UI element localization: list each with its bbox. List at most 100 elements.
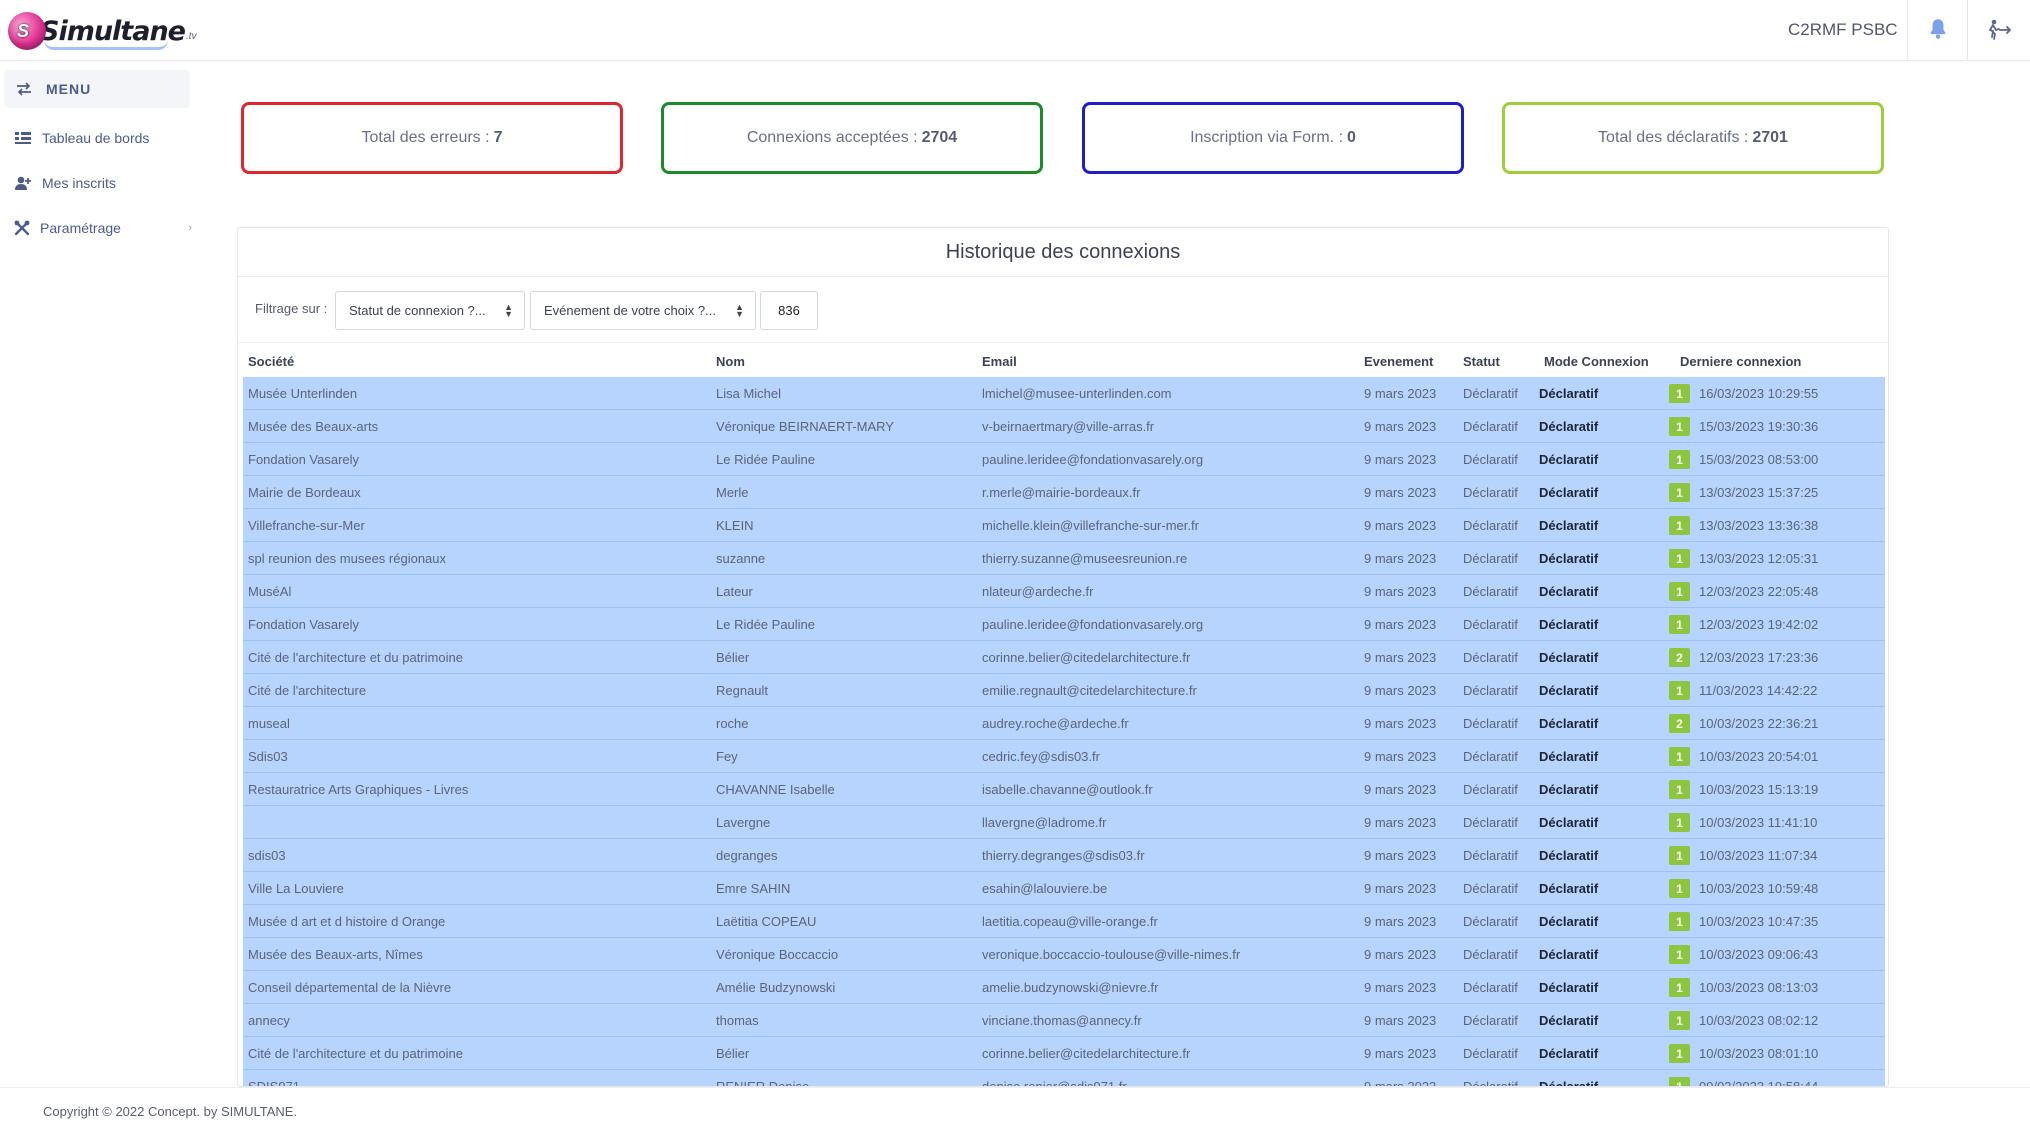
footer: Copyright © 2022 Concept. by SIMULTANE. (0, 1087, 2030, 1132)
cell-email: r.merle@mairie-bordeaux.fr (982, 485, 1141, 500)
panel-title: Historique des connexions (238, 228, 1888, 277)
stat-value: 0 (1347, 129, 1356, 146)
cell-societe: MuséAl (248, 584, 292, 599)
table-row[interactable]: annecy thomas vinciane.thomas@annecy.fr 9 m… (243, 1004, 1885, 1037)
cell-derniere-connexion: 16/03/2023 10:29:55 (1699, 386, 1819, 401)
cell-email: pauline.leridee@fondationvasarely.org (982, 617, 1204, 632)
table-row[interactable]: spl reunion des musees régionaux suzanne t… (243, 542, 1885, 575)
cell-mode: Déclaratif (1539, 452, 1599, 467)
cell-derniere-connexion: 11/03/2023 14:42:22 (1699, 683, 1818, 698)
cell-statut: Déclaratif (1463, 815, 1518, 830)
status-filter-select[interactable]: Statut de connexion ?... ▲ ▼ (335, 291, 525, 330)
column-header-societe[interactable]: Société (248, 354, 294, 369)
cell-mode: Déclaratif (1539, 749, 1599, 764)
cell-derniere-connexion: 12/03/2023 17:23:36 (1699, 650, 1819, 665)
table-row[interactable]: Cité de l'architecture Regnault emilie.reg… (243, 674, 1885, 707)
cell-evenement: 9 mars 2023 (1364, 485, 1437, 500)
cell-evenement: 9 mars 2023 (1364, 848, 1437, 863)
cell-mode: Déclaratif (1539, 1013, 1599, 1028)
table-row[interactable]: Villefranche-sur-Mer KLEIN michelle.klein@… (243, 509, 1885, 542)
table-row[interactable]: MuséAl Lateur nlateur@ardeche.fr 9 mars 202… (243, 575, 1885, 608)
table-row[interactable]: Musée Unterlinden Lisa Michel lmichel@muse… (243, 377, 1885, 410)
connection-count-badge: 1 (1669, 450, 1690, 469)
cell-mode: Déclaratif (1539, 881, 1599, 896)
cell-societe: Musée Unterlinden (248, 386, 358, 401)
cell-statut: Déclaratif (1463, 947, 1518, 962)
table-row[interactable]: Musée des Beaux-arts Véronique BEIRNAERT-… (243, 410, 1885, 443)
logo-ball-icon: S (8, 12, 46, 50)
cell-statut: Déclaratif (1463, 716, 1518, 731)
connection-count-badge: 1 (1669, 879, 1690, 898)
column-header-mode[interactable]: Mode Connexion (1544, 354, 1649, 369)
table-row[interactable]: Sdis03 Fey cedric.fey@sdis03.fr 9 mars 2023… (243, 740, 1885, 773)
cell-email: emilie.regnault@citedelarchitecture.fr (982, 683, 1197, 698)
cell-statut: Déclaratif (1463, 980, 1518, 995)
cell-nom: Véronique BEIRNAERT-MARY (716, 419, 894, 434)
cell-nom: CHAVANNE Isabelle (716, 782, 835, 797)
table-row[interactable]: Mairie de Bordeaux Merle r.merle@mairie-bo… (243, 476, 1885, 509)
column-header-evenement[interactable]: Evenement (1364, 354, 1433, 369)
table-row[interactable]: SDIS971 RENIER Denise denise.renier@sdis97… (243, 1070, 1885, 1086)
logout-icon[interactable] (1985, 17, 2013, 43)
cell-derniere-connexion: 10/03/2023 08:01:10 (1699, 1046, 1819, 1061)
sidebar-item-label: Paramétrage (40, 220, 121, 236)
stat-label: Connexions acceptées : (746, 129, 918, 146)
table-row[interactable]: Conseil départemental de la Nièvre Amélie… (243, 971, 1885, 1004)
table-row[interactable]: Ville La Louviere Emre SAHIN esahin@lalouv… (243, 872, 1885, 905)
cell-statut: Déclaratif (1463, 1046, 1518, 1061)
connection-count-badge: 1 (1669, 813, 1690, 832)
simultane-logo[interactable]: S Simultane .tv (8, 10, 197, 52)
menu-toggle[interactable]: MENU (4, 70, 190, 108)
cell-mode: Déclaratif (1539, 485, 1599, 500)
chevron-right-icon: › (188, 222, 192, 234)
sidebar-item-dashboard[interactable]: Tableau de bords (14, 123, 149, 153)
table-row[interactable]: Fondation Vasarely Le Ridée Pauline paulin… (243, 608, 1885, 641)
cell-nom: Lavergne (716, 815, 771, 830)
cell-nom: Bélier (716, 1046, 750, 1061)
table-row[interactable]: Cité de l'architecture et du patrimoine B… (243, 1037, 1885, 1070)
select-arrows-icon: ▲ ▼ (735, 302, 744, 319)
table-row[interactable]: Lavergne llavergne@ladrome.fr 9 mars 2023 D… (243, 806, 1885, 839)
bell-icon[interactable] (1925, 16, 1951, 42)
table-row[interactable]: Restauratrice Arts Graphiques - Livres CH… (243, 773, 1885, 806)
filter-label: Filtrage sur : (255, 301, 328, 316)
cell-statut: Déclaratif (1463, 914, 1518, 929)
table-row[interactable]: Cité de l'architecture et du patrimoine B… (243, 641, 1885, 674)
table-row[interactable]: Musée des Beaux-arts, Nîmes Véronique Boc… (243, 938, 1885, 971)
cell-societe: Cité de l'architecture et du patrimoine (248, 650, 463, 665)
column-header-derniere[interactable]: Derniere connexion (1680, 354, 1801, 369)
cell-derniere-connexion: 12/03/2023 19:42:02 (1699, 617, 1819, 632)
cell-derniere-connexion: 10/03/2023 09:06:43 (1699, 947, 1819, 962)
column-header-nom[interactable]: Nom (716, 354, 745, 369)
sidebar-item-inscrits[interactable]: Mes inscrits (14, 168, 116, 198)
cell-derniere-connexion: 10/03/2023 22:36:21 (1699, 716, 1819, 731)
column-header-email[interactable]: Email (982, 354, 1017, 369)
table-header: Société Nom Email Evenement Statut Mode … (243, 344, 1885, 379)
cell-societe: Cité de l'architecture (248, 683, 367, 698)
table-row[interactable]: Fondation Vasarely Le Ridée Pauline paulin… (243, 443, 1885, 476)
cell-societe: Conseil départemental de la Nièvre (248, 980, 452, 995)
stat-label: Inscription via Form. : (1190, 129, 1344, 146)
cell-societe: Sdis03 (248, 749, 288, 764)
table-row[interactable]: sdis03 degranges thierry.degranges@sdis03.… (243, 839, 1885, 872)
connection-count-badge: 1 (1669, 549, 1690, 568)
cell-email: michelle.klein@villefranche-sur-mer.fr (982, 518, 1199, 533)
connection-count-badge: 1 (1669, 1077, 1690, 1086)
table-row[interactable]: Musée d art et d histoire d Orange Laëtit… (243, 905, 1885, 938)
cell-nom: Emre SAHIN (716, 881, 791, 896)
stat-card-errors: Total des erreurs :7 (241, 102, 623, 174)
cell-email: lmichel@musee-unterlinden.com (982, 386, 1172, 401)
cell-nom: suzanne (716, 551, 766, 566)
cell-derniere-connexion: 15/03/2023 08:53:00 (1699, 452, 1819, 467)
cell-evenement: 9 mars 2023 (1364, 716, 1437, 731)
cell-nom: Merle (716, 485, 749, 500)
sidebar-item-parametrage[interactable]: Paramétrage › (14, 213, 192, 243)
connection-count-badge: 2 (1669, 714, 1690, 733)
stat-card-accepted: Connexions acceptées :2704 (661, 102, 1043, 174)
table-row[interactable]: museal roche audrey.roche@ardeche.fr 9 mars… (243, 707, 1885, 740)
cell-nom: Lateur (716, 584, 753, 599)
column-header-statut[interactable]: Statut (1463, 354, 1500, 369)
event-filter-select[interactable]: Evénement de votre choix ?... ▲ ▼ (530, 291, 756, 330)
cell-societe: Ville La Louviere (248, 881, 344, 896)
menu-label: MENU (46, 81, 92, 97)
